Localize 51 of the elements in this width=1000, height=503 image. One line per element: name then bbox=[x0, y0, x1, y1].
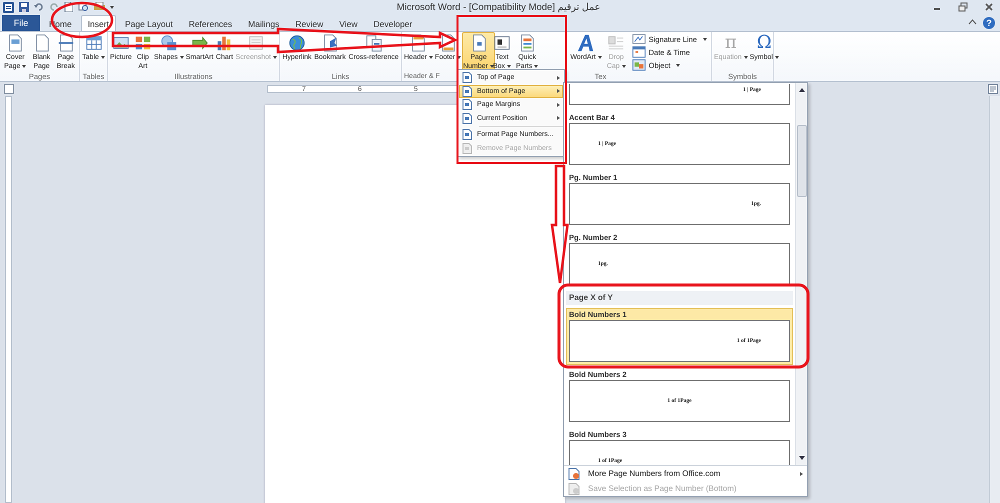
page-icon bbox=[462, 72, 472, 84]
customize-caret-icon[interactable] bbox=[110, 6, 114, 8]
ribbon-tab[interactable]: Insert bbox=[80, 15, 116, 31]
redo-icon[interactable] bbox=[49, 2, 59, 12]
ribbon-tab[interactable]: View bbox=[332, 15, 364, 31]
file-tab[interactable]: File bbox=[2, 15, 40, 31]
circle-annotation bbox=[50, 2, 114, 38]
cover-page-icon bbox=[6, 34, 24, 52]
page-icon bbox=[568, 482, 580, 495]
ribbon-tab[interactable]: Developer bbox=[366, 15, 420, 31]
page-icon bbox=[462, 112, 472, 124]
ribbon-tab[interactable]: Mailings bbox=[241, 15, 286, 31]
menu-item[interactable]: More Page Numbers from Office.com bbox=[564, 466, 807, 482]
gallery-category-heading: Page X of Y bbox=[566, 291, 793, 305]
page-icon bbox=[462, 142, 472, 154]
shapes-icon bbox=[160, 34, 178, 52]
quick-parts-icon bbox=[518, 34, 536, 52]
cross-reference-icon bbox=[364, 34, 383, 52]
ribbon-tab[interactable]: References bbox=[182, 15, 240, 31]
page-icon bbox=[462, 129, 472, 140]
object-icon bbox=[632, 58, 646, 72]
page-icon bbox=[462, 86, 472, 97]
window-title: عمل ترقيم [Compatibility Mode] - Microsoft Word bbox=[396, 2, 602, 12]
ribbon-tab[interactable]: Page Layout bbox=[118, 15, 180, 31]
chart-icon bbox=[215, 34, 234, 52]
view-ruler-icon[interactable] bbox=[988, 84, 998, 94]
page-icon bbox=[462, 99, 472, 110]
ribbon-tab[interactable]: Review bbox=[288, 15, 330, 31]
text-box-icon bbox=[493, 34, 511, 52]
tab-selector-icon[interactable] bbox=[4, 84, 14, 94]
close-icon[interactable] bbox=[984, 2, 994, 12]
save-icon[interactable] bbox=[19, 2, 29, 12]
drop-cap-icon bbox=[607, 34, 626, 52]
smartart-icon bbox=[190, 34, 209, 52]
equation-icon: π bbox=[724, 34, 737, 52]
scroll-thumb[interactable] bbox=[796, 125, 806, 197]
page-break-icon bbox=[56, 34, 75, 52]
calendar-icon bbox=[632, 45, 646, 59]
quick-print-icon[interactable] bbox=[94, 2, 105, 12]
symbol-icon: Ω bbox=[756, 34, 772, 52]
help-icon[interactable]: ? bbox=[983, 17, 995, 29]
table-icon bbox=[84, 34, 102, 52]
globe-icon bbox=[288, 34, 306, 52]
minimize-ribbon-icon[interactable] bbox=[968, 18, 977, 27]
restore-icon[interactable] bbox=[958, 2, 968, 12]
vertical-scrollbar[interactable] bbox=[989, 96, 1000, 503]
undo-icon[interactable] bbox=[34, 2, 44, 12]
clip-art-icon bbox=[134, 34, 152, 52]
gallery-scrollbar[interactable] bbox=[795, 83, 807, 466]
wordart-icon bbox=[577, 34, 596, 52]
page-icon bbox=[568, 468, 580, 480]
